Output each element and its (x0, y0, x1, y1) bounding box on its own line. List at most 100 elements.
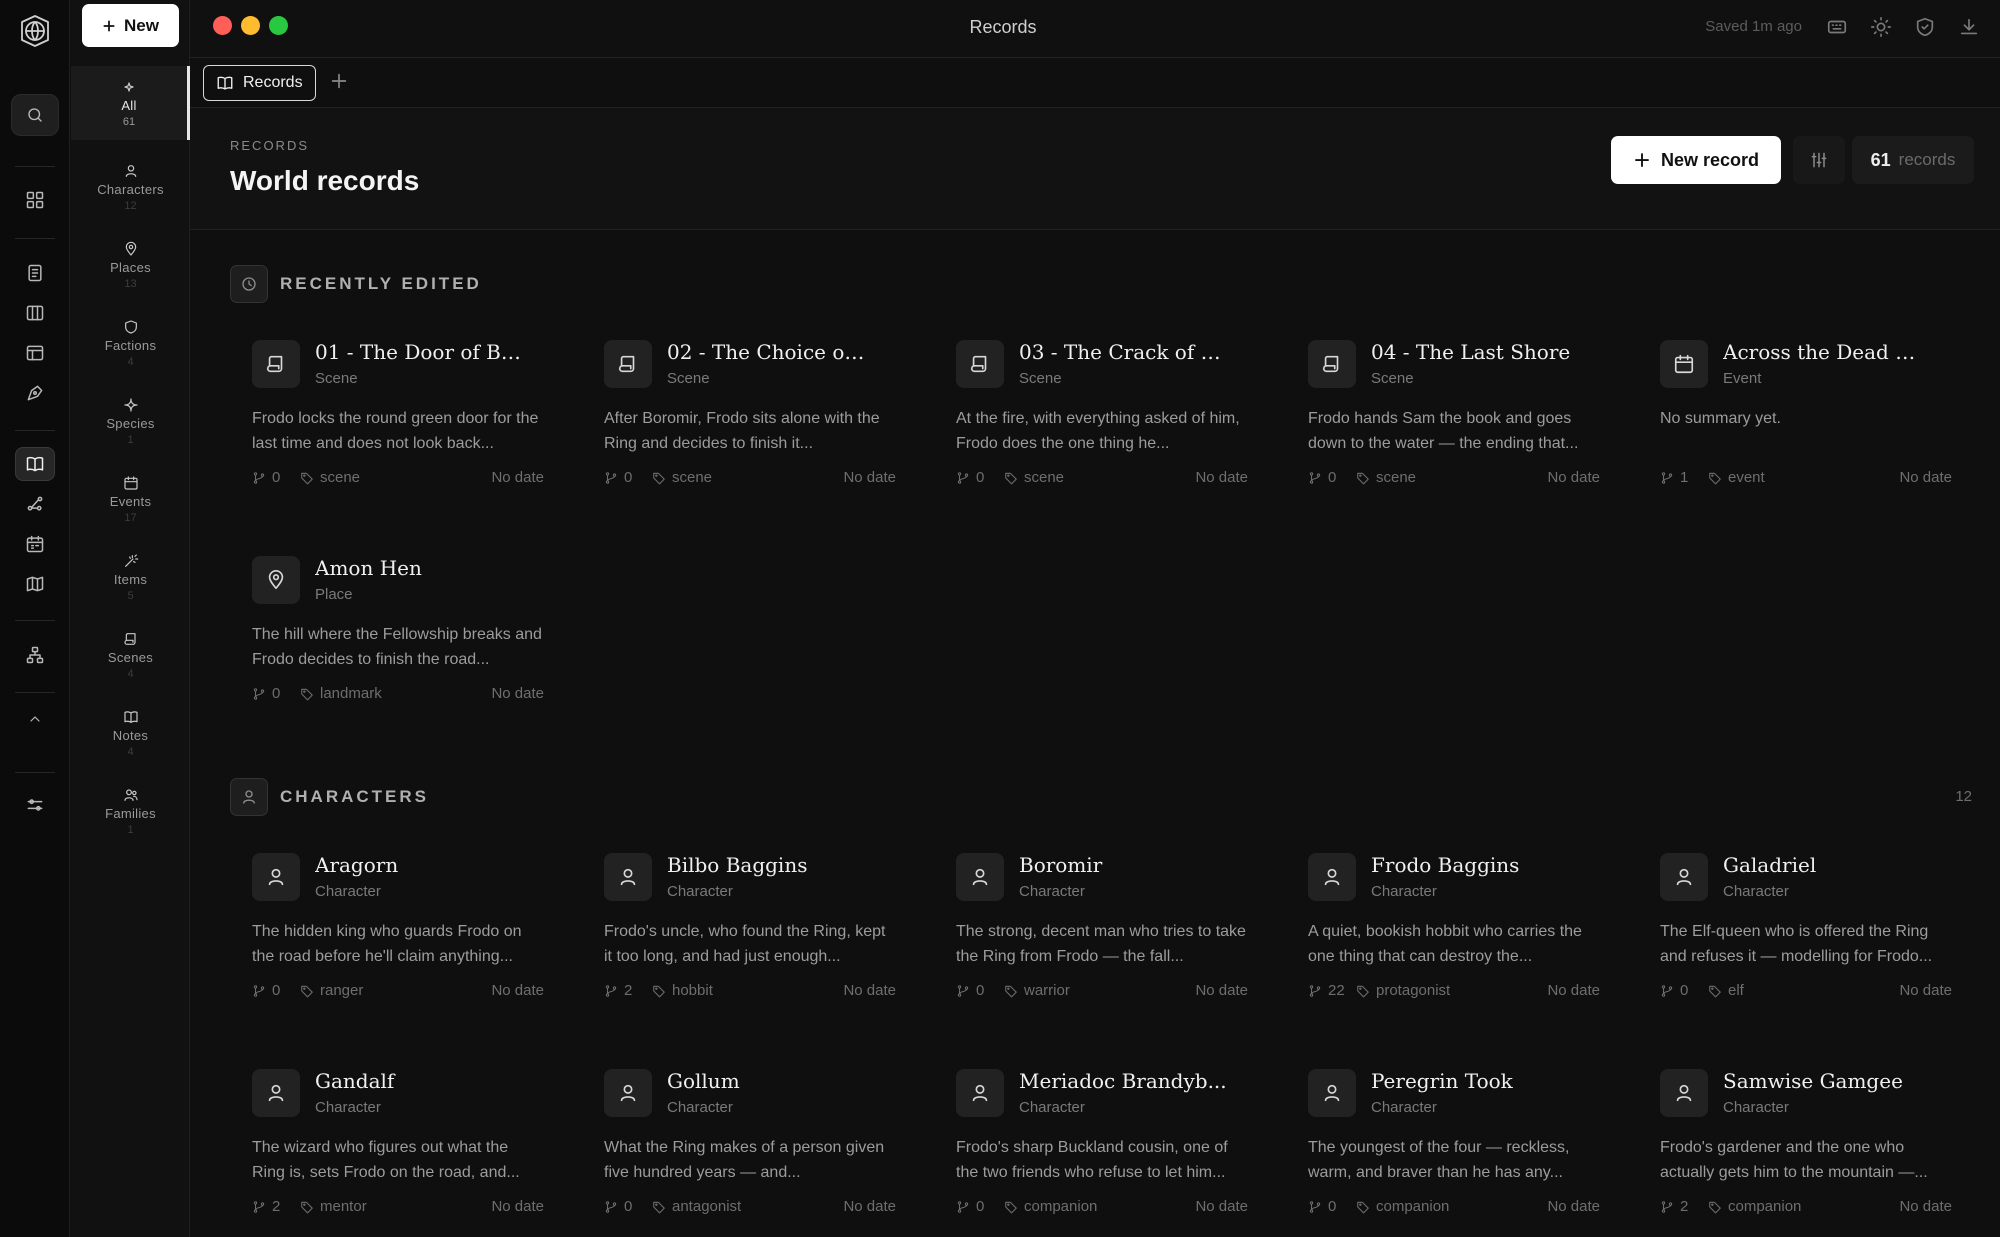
sidebar-item-label: Families (105, 805, 156, 821)
record-tag[interactable]: warrior (1004, 982, 1070, 999)
add-tab-button[interactable] (328, 70, 354, 96)
sidebar-item-scenes[interactable]: Scenes 4 (71, 618, 190, 692)
record-tag[interactable]: landmark (300, 685, 382, 702)
record-card[interactable]: Frodo Baggins Character A quiet, bookish h… (1286, 845, 1600, 1045)
calendar-icon (123, 475, 138, 490)
link-count-value: 2 (1680, 1198, 1689, 1215)
records-button[interactable] (15, 447, 55, 481)
record-tag[interactable]: companion (1356, 1198, 1449, 1215)
link-count: 0 (252, 685, 280, 702)
record-card[interactable]: 03 - The Crack of D... Scene At the fire, … (934, 332, 1248, 532)
sidebar-item-places[interactable]: Places 13 (71, 228, 190, 302)
record-card[interactable]: Amon Hen Place The hill where the Fellowsh… (230, 548, 544, 748)
sidebar-item-characters[interactable]: Characters 12 (71, 150, 190, 224)
theme-toggle-button[interactable] (1870, 16, 1894, 40)
graph-button[interactable] (15, 487, 55, 521)
record-tag[interactable]: companion (1004, 1198, 1097, 1215)
record-count-label: records (1898, 150, 1956, 169)
pen-button[interactable] (15, 376, 55, 410)
tag-icon (301, 688, 313, 700)
record-card[interactable]: Across the Dead M... Event No summary yet.… (1638, 332, 1952, 532)
record-tag[interactable]: antagonist (652, 1198, 741, 1215)
dashboard-button[interactable] (15, 183, 55, 217)
link-count: 0 (604, 1198, 632, 1215)
record-tag[interactable]: scene (652, 469, 712, 486)
sidebar-item-families[interactable]: Families 1 (71, 774, 190, 848)
backup-button[interactable] (1914, 16, 1938, 40)
record-tag[interactable]: mentor (300, 1198, 367, 1215)
record-date: No date (1547, 1198, 1600, 1215)
shield-icon (124, 319, 137, 334)
record-tag[interactable]: scene (1004, 469, 1064, 486)
record-tag[interactable]: scene (300, 469, 360, 486)
record-tag[interactable]: event (1708, 469, 1765, 486)
record-summary: The youngest of the four — reckless, war… (1308, 1139, 1570, 1181)
record-card[interactable]: Peregrin Took Character The youngest of th… (1286, 1061, 1600, 1237)
record-tag[interactable]: ranger (300, 982, 363, 999)
record-tag[interactable]: companion (1708, 1198, 1801, 1215)
record-type: Character (667, 1099, 733, 1116)
sidebar-item-count: 5 (127, 589, 134, 602)
record-card[interactable]: 04 - The Last Shore Scene Frodo hands Sam … (1286, 332, 1600, 532)
record-card[interactable]: Bilbo Baggins Character Frodo's uncle, who… (582, 845, 896, 1045)
link-count-value: 2 (272, 1198, 281, 1215)
record-card[interactable]: Meriadoc Brandyb... Character Frodo's shar… (934, 1061, 1248, 1237)
sidebar-item-all[interactable]: All 61 (71, 66, 190, 140)
record-type-icon (252, 556, 300, 604)
download-button[interactable] (1958, 16, 1982, 40)
record-type-icon (1660, 340, 1708, 388)
sidebar-item-items[interactable]: Items 5 (71, 540, 190, 614)
record-tag-label: elf (1728, 982, 1744, 999)
record-title: 03 - The Crack of D... (1019, 340, 1227, 364)
tab-records[interactable]: Records (203, 65, 316, 101)
book-icon (123, 709, 139, 725)
record-tag[interactable]: hobbit (652, 982, 713, 999)
tag-icon (653, 1201, 665, 1213)
filter-button[interactable] (1793, 136, 1845, 184)
tag-icon (1709, 1201, 1721, 1213)
scroll-icon (123, 632, 136, 645)
record-card[interactable]: Gandalf Character The wizard who figures o… (230, 1061, 544, 1237)
columns-button[interactable] (15, 296, 55, 330)
record-card[interactable]: Aragorn Character The hidden king who guar… (230, 845, 544, 1045)
new-record-button[interactable]: New record (1611, 136, 1781, 184)
new-button[interactable]: New (82, 4, 179, 47)
branch-icon (957, 984, 969, 997)
keyboard-button[interactable] (1826, 16, 1850, 40)
collapse-button[interactable] (15, 702, 55, 736)
record-tag[interactable]: protagonist (1356, 982, 1450, 999)
record-card[interactable]: Samwise Gamgee Character Frodo's gardener … (1638, 1061, 1952, 1237)
record-card[interactable]: 02 - The Choice on ... Scene After Boromir… (582, 332, 896, 532)
sidebar-item-notes[interactable]: Notes 4 (71, 696, 190, 770)
record-card[interactable]: Boromir Character The strong, decent man w… (934, 845, 1248, 1045)
record-tag[interactable]: elf (1708, 982, 1744, 999)
record-card[interactable]: 01 - The Door of Ba... Scene Frodo locks t… (230, 332, 544, 532)
scroll-icon (266, 355, 283, 373)
layout-button[interactable] (15, 336, 55, 370)
record-title: Amon Hen (315, 556, 422, 580)
manuscript-button[interactable] (15, 256, 55, 290)
rail-divider (15, 620, 55, 621)
people-icon (123, 788, 138, 801)
document-icon (28, 264, 42, 282)
family-tree-button[interactable] (15, 638, 55, 672)
atlas-button[interactable] (15, 567, 55, 601)
record-tag-label: companion (1376, 1198, 1450, 1215)
calendar-icon (1674, 354, 1694, 374)
search-button[interactable] (11, 94, 59, 136)
link-count-value: 22 (1328, 982, 1345, 999)
sidebar-item-label: Notes (112, 727, 149, 743)
sidebar-item-species[interactable]: Species 1 (71, 384, 190, 458)
record-card[interactable]: Galadriel Character The Elf-queen who is o… (1638, 845, 1952, 1045)
record-card[interactable]: Gollum Character What the Ring makes of a … (582, 1061, 896, 1237)
app-logo-icon[interactable] (18, 14, 52, 48)
settings-button[interactable] (15, 788, 55, 822)
timeline-button[interactable] (15, 527, 55, 561)
sidebar-item-factions[interactable]: Factions 4 (71, 306, 190, 380)
sidebar-item-events[interactable]: Events 17 (71, 462, 190, 536)
record-type-icon (604, 853, 652, 901)
record-tag[interactable]: scene (1356, 469, 1416, 486)
sidebar-item-label: Scenes (107, 649, 154, 665)
section-title: CHARACTERS (280, 787, 429, 806)
record-summary: After Boromir, Frodo sits alone with the… (604, 410, 880, 452)
